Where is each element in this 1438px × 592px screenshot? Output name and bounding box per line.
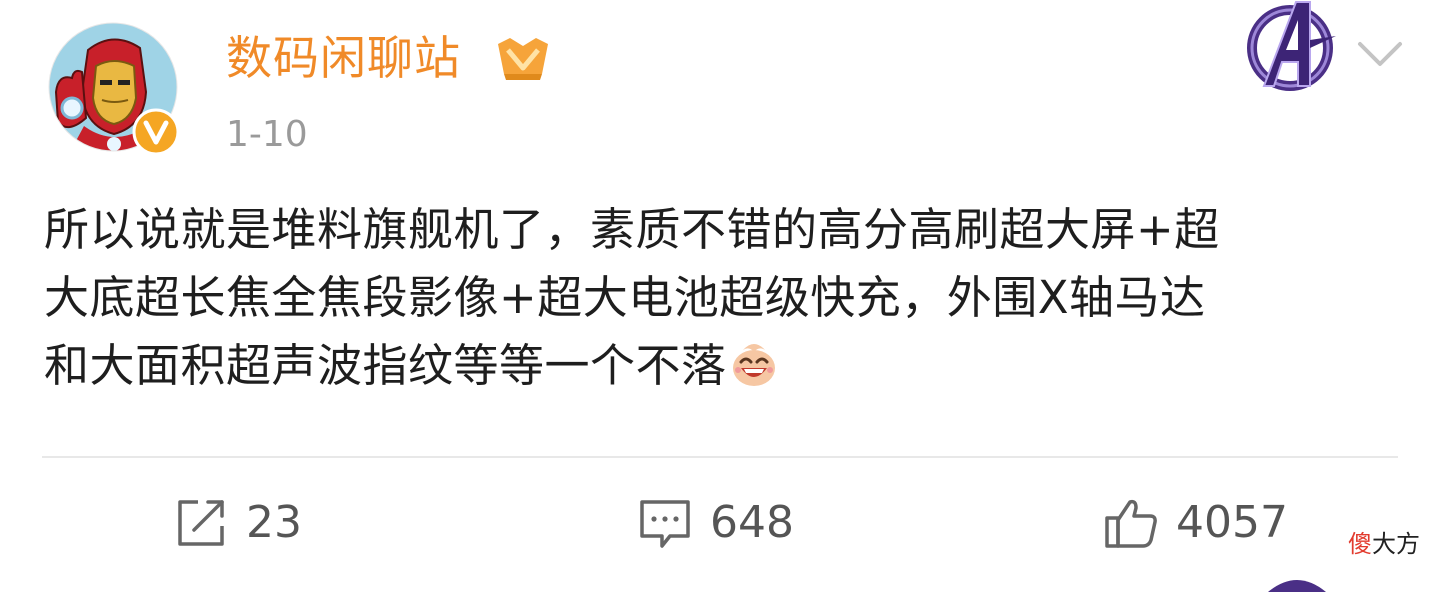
post-content-line-with-emoji: 和大面积超声波指纹等等一个不落	[44, 332, 1404, 400]
avengers-logo-badge-icon	[1247, 1, 1336, 91]
post-content-line: 大底超长焦全焦段影像+超大电池超级快充，外围X轴马达	[44, 271, 1206, 324]
laughing-face-emoji-icon	[732, 344, 775, 386]
comment-icon	[640, 500, 690, 548]
post-content-line: 所以说就是堆料旗舰机了，素质不错的高分高刷超大屏+超	[44, 203, 1220, 256]
next-post-avatar-icon	[1268, 580, 1326, 592]
comment-count: 648	[710, 497, 794, 548]
post-content: 所以说就是堆料旗舰机了，素质不错的高分高刷超大屏+超 大底超长焦全焦段影像+超大…	[44, 196, 1404, 400]
like-button[interactable]: 4057	[1102, 488, 1288, 558]
watermark-accent-char: 傻	[1348, 530, 1372, 558]
share-icon	[178, 500, 224, 546]
post-content-line: 和大面积超声波指纹等等一个不落	[44, 339, 727, 392]
post-timestamp: 1-10	[226, 114, 308, 155]
watermark: 傻大方	[1348, 528, 1420, 560]
chevron-down-icon[interactable]	[1352, 34, 1408, 74]
repost-count: 23	[246, 497, 302, 548]
like-count: 4057	[1176, 497, 1288, 548]
watermark-text: 大方	[1372, 530, 1420, 558]
post-divider	[42, 456, 1398, 458]
author-avatar[interactable]	[48, 22, 180, 156]
verified-v-badge-icon	[132, 108, 180, 156]
thumbs-up-icon	[1105, 499, 1157, 548]
repost-button[interactable]: 23	[172, 488, 302, 558]
comment-button[interactable]: 648	[636, 488, 794, 558]
vip-crown-icon	[498, 38, 548, 80]
post-header: 数码闲聊站 1-10	[0, 0, 1438, 170]
author-name[interactable]: 数码闲聊站	[226, 28, 461, 88]
post-action-bar: 23 648 4057	[0, 488, 1438, 558]
